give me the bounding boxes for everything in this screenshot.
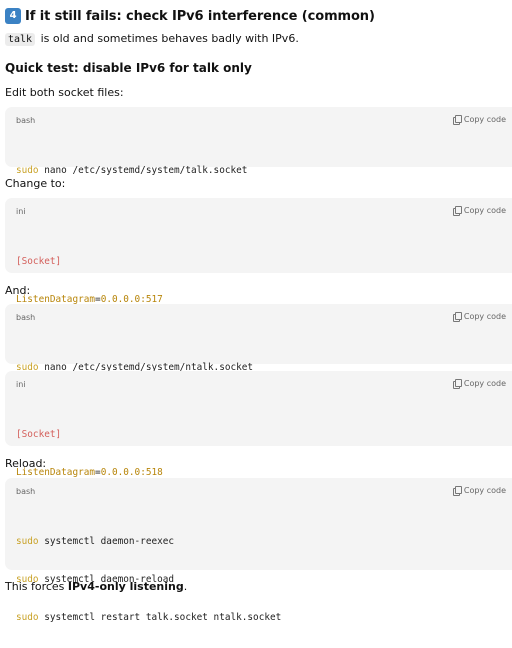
- code-language: bash: [16, 313, 36, 322]
- copy-icon: [452, 115, 462, 125]
- code-text: nano /etc/systemd/system/talk.socket: [38, 165, 248, 176]
- copy-icon: [452, 379, 462, 389]
- code-block-4: ini Copy code [Socket] ListenDatagram=0.…: [5, 371, 512, 478]
- copy-label: Copy code: [463, 206, 506, 215]
- chat-message: 4 If it still fails: check IPv6 interfer…: [0, 0, 512, 623]
- code-block-2: ini Copy code [Socket] ListenDatagram=0.…: [5, 198, 512, 305]
- copy-code-button[interactable]: Copy code: [452, 486, 506, 496]
- section-heading: 4 If it still fails: check IPv6 interfer…: [5, 6, 375, 26]
- heading-text: If it still fails: check IPv6 interferen…: [25, 8, 375, 24]
- copy-code-button[interactable]: Copy code: [452, 206, 506, 216]
- code-block-3: bash Copy code sudo nano /etc/systemd/sy…: [5, 304, 512, 373]
- code-block-1: bash Copy code sudo nano /etc/systemd/sy…: [5, 107, 512, 176]
- code-keyword: sudo: [16, 536, 39, 547]
- footer-paragraph: This forces IPv4-only listening.: [5, 580, 187, 593]
- footer-prefix: This forces: [5, 580, 68, 593]
- copy-code-button[interactable]: Copy code: [452, 379, 506, 389]
- code-language: ini: [16, 207, 26, 216]
- footer-bold: IPv4-only listening: [67, 580, 184, 593]
- code-keyword: sudo: [16, 612, 39, 623]
- copy-label: Copy code: [463, 115, 506, 124]
- copy-icon: [452, 206, 462, 216]
- copy-label: Copy code: [463, 379, 506, 388]
- code-line: sudo systemctl daemon-reexec: [16, 534, 281, 550]
- ini-section: [Socket]: [16, 429, 62, 440]
- keycap-four-icon: 4: [5, 8, 21, 24]
- intro-text: is old and sometimes behaves badly with …: [40, 32, 299, 45]
- edit-label: Edit both socket files:: [5, 86, 124, 99]
- code-block-5: bash Copy code sudo systemctl daemon-ree…: [5, 478, 512, 623]
- copy-label: Copy code: [463, 486, 506, 495]
- intro-paragraph: talk is old and sometimes behaves badly …: [5, 32, 299, 46]
- code-content: sudo nano /etc/systemd/system/talk.socke…: [16, 141, 247, 201]
- code-text: systemctl daemon-reexec: [38, 536, 175, 547]
- code-keyword: sudo: [16, 165, 39, 176]
- code-language: bash: [16, 487, 36, 496]
- and-label: And:: [5, 284, 31, 297]
- copy-label: Copy code: [463, 312, 506, 321]
- copy-icon: [452, 312, 462, 322]
- code-line: sudo systemctl restart talk.socket ntalk…: [16, 610, 281, 626]
- copy-code-button[interactable]: Copy code: [452, 115, 506, 125]
- code-language: bash: [16, 116, 36, 125]
- reload-label: Reload:: [5, 457, 47, 470]
- quick-test-heading: Quick test: disable IPv6 for talk only: [5, 61, 252, 75]
- footer-suffix: .: [183, 580, 188, 593]
- code-text: systemctl restart talk.socket ntalk.sock…: [38, 612, 282, 623]
- copy-icon: [452, 486, 462, 496]
- copy-code-button[interactable]: Copy code: [452, 312, 506, 322]
- ini-value: 0.0.0.0:518: [100, 467, 163, 478]
- ini-section: [Socket]: [16, 256, 62, 267]
- inline-code-talk: talk: [5, 33, 36, 46]
- change-label: Change to:: [5, 177, 66, 190]
- code-language: ini: [16, 380, 26, 389]
